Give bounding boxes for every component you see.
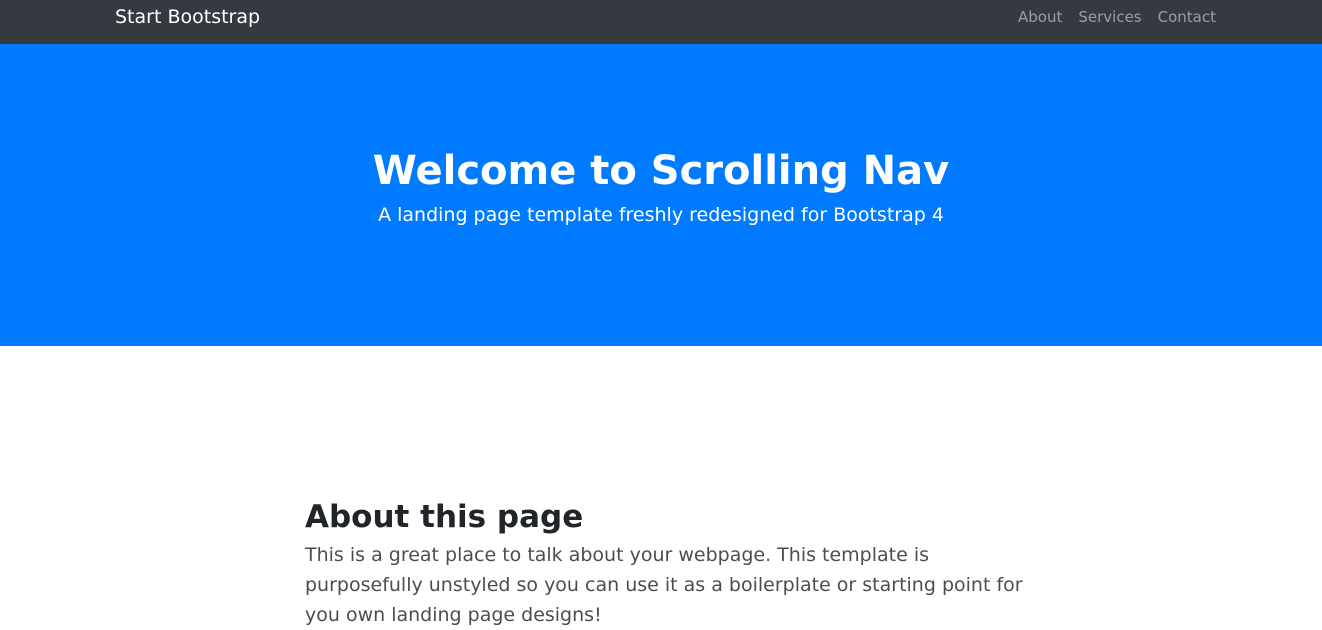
hero-title: Welcome to Scrolling Nav: [372, 148, 950, 194]
hero-subtitle: A landing page template freshly redesign…: [378, 204, 944, 226]
nav-link-services[interactable]: Services: [1078, 8, 1141, 26]
about-title: About this page: [305, 499, 584, 535]
brand-link[interactable]: Start Bootstrap: [115, 6, 260, 28]
nav-link-contact[interactable]: Contact: [1158, 8, 1216, 26]
nav-link-about[interactable]: About: [1018, 8, 1062, 26]
hero-section: Welcome to Scrolling Nav A landing page …: [0, 44, 1322, 346]
about-section: About this page This is a great place to…: [305, 496, 1045, 630]
top-navbar: Start Bootstrap About Services Contact: [0, 0, 1322, 44]
about-text: This is a great place to talk about your…: [305, 544, 1023, 626]
nav-links: About Services Contact: [1018, 8, 1216, 26]
